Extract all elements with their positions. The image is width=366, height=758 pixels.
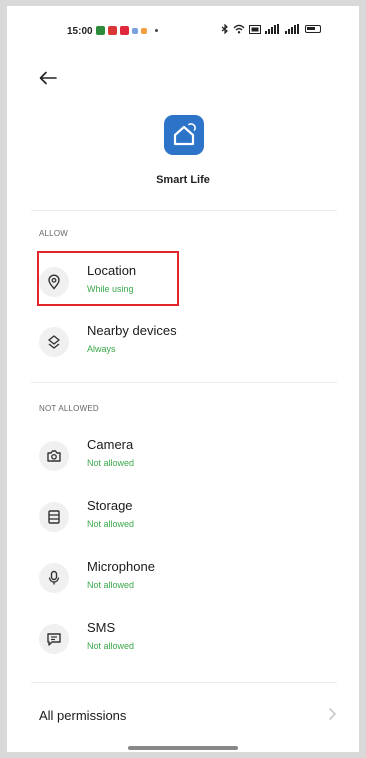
permission-status: Not allowed <box>87 458 135 468</box>
sms-icon <box>39 624 69 654</box>
app-icon <box>164 115 204 155</box>
microphone-icon <box>39 563 69 593</box>
app-permissions-screen: 15:00 Smart Life ALLOW Location While us… <box>7 6 359 752</box>
house-icon <box>173 123 196 146</box>
notification-icon <box>120 26 129 35</box>
notification-icon <box>96 26 105 35</box>
permission-item-storage[interactable]: Storage Not allowed <box>35 494 335 544</box>
app-name: Smart Life <box>156 174 210 186</box>
system-status-icons <box>221 24 321 34</box>
signal-icon <box>265 24 279 34</box>
home-indicator[interactable] <box>128 746 238 750</box>
permission-item-nearby-devices[interactable]: Nearby devices Always <box>35 319 335 369</box>
notification-icon <box>132 27 138 34</box>
highlight-box <box>37 251 179 306</box>
status-time: 15:00 <box>67 26 93 37</box>
permission-status: Not allowed <box>87 519 135 529</box>
nearby-devices-icon <box>39 327 69 357</box>
storage-icon <box>39 502 69 532</box>
permission-status: Not allowed <box>87 641 135 651</box>
permission-status: Always <box>87 344 116 354</box>
signal-icon <box>285 24 299 34</box>
permission-item-microphone[interactable]: Microphone Not allowed <box>35 555 335 605</box>
wifi-icon <box>233 24 245 34</box>
all-permissions-label: All permissions <box>39 708 127 723</box>
back-button[interactable] <box>36 68 60 88</box>
camera-icon <box>39 441 69 471</box>
more-notifications-icon <box>155 29 158 32</box>
permission-title: Microphone <box>87 559 155 574</box>
divider <box>31 210 337 211</box>
notification-icons <box>96 26 158 35</box>
battery-icon <box>305 25 321 33</box>
divider <box>31 682 337 683</box>
bluetooth-icon <box>221 24 228 34</box>
section-label-allow: ALLOW <box>39 229 69 238</box>
data-icon <box>249 24 261 34</box>
permission-title: SMS <box>87 620 116 635</box>
permission-title: Nearby devices <box>87 323 177 338</box>
divider <box>31 382 337 383</box>
all-permissions-row[interactable]: All permissions <box>31 694 337 734</box>
permission-status: Not allowed <box>87 580 135 590</box>
chevron-right-icon <box>329 708 336 720</box>
notification-icon <box>141 27 147 34</box>
permission-title: Camera <box>87 437 134 452</box>
permission-item-camera[interactable]: Camera Not allowed <box>35 433 335 483</box>
status-bar: 15:00 <box>7 6 359 56</box>
section-label-not-allowed: NOT ALLOWED <box>39 404 99 413</box>
notification-icon <box>108 26 117 35</box>
back-arrow-icon <box>39 71 57 85</box>
permission-item-sms[interactable]: SMS Not allowed <box>35 616 335 666</box>
permission-title: Storage <box>87 498 133 513</box>
